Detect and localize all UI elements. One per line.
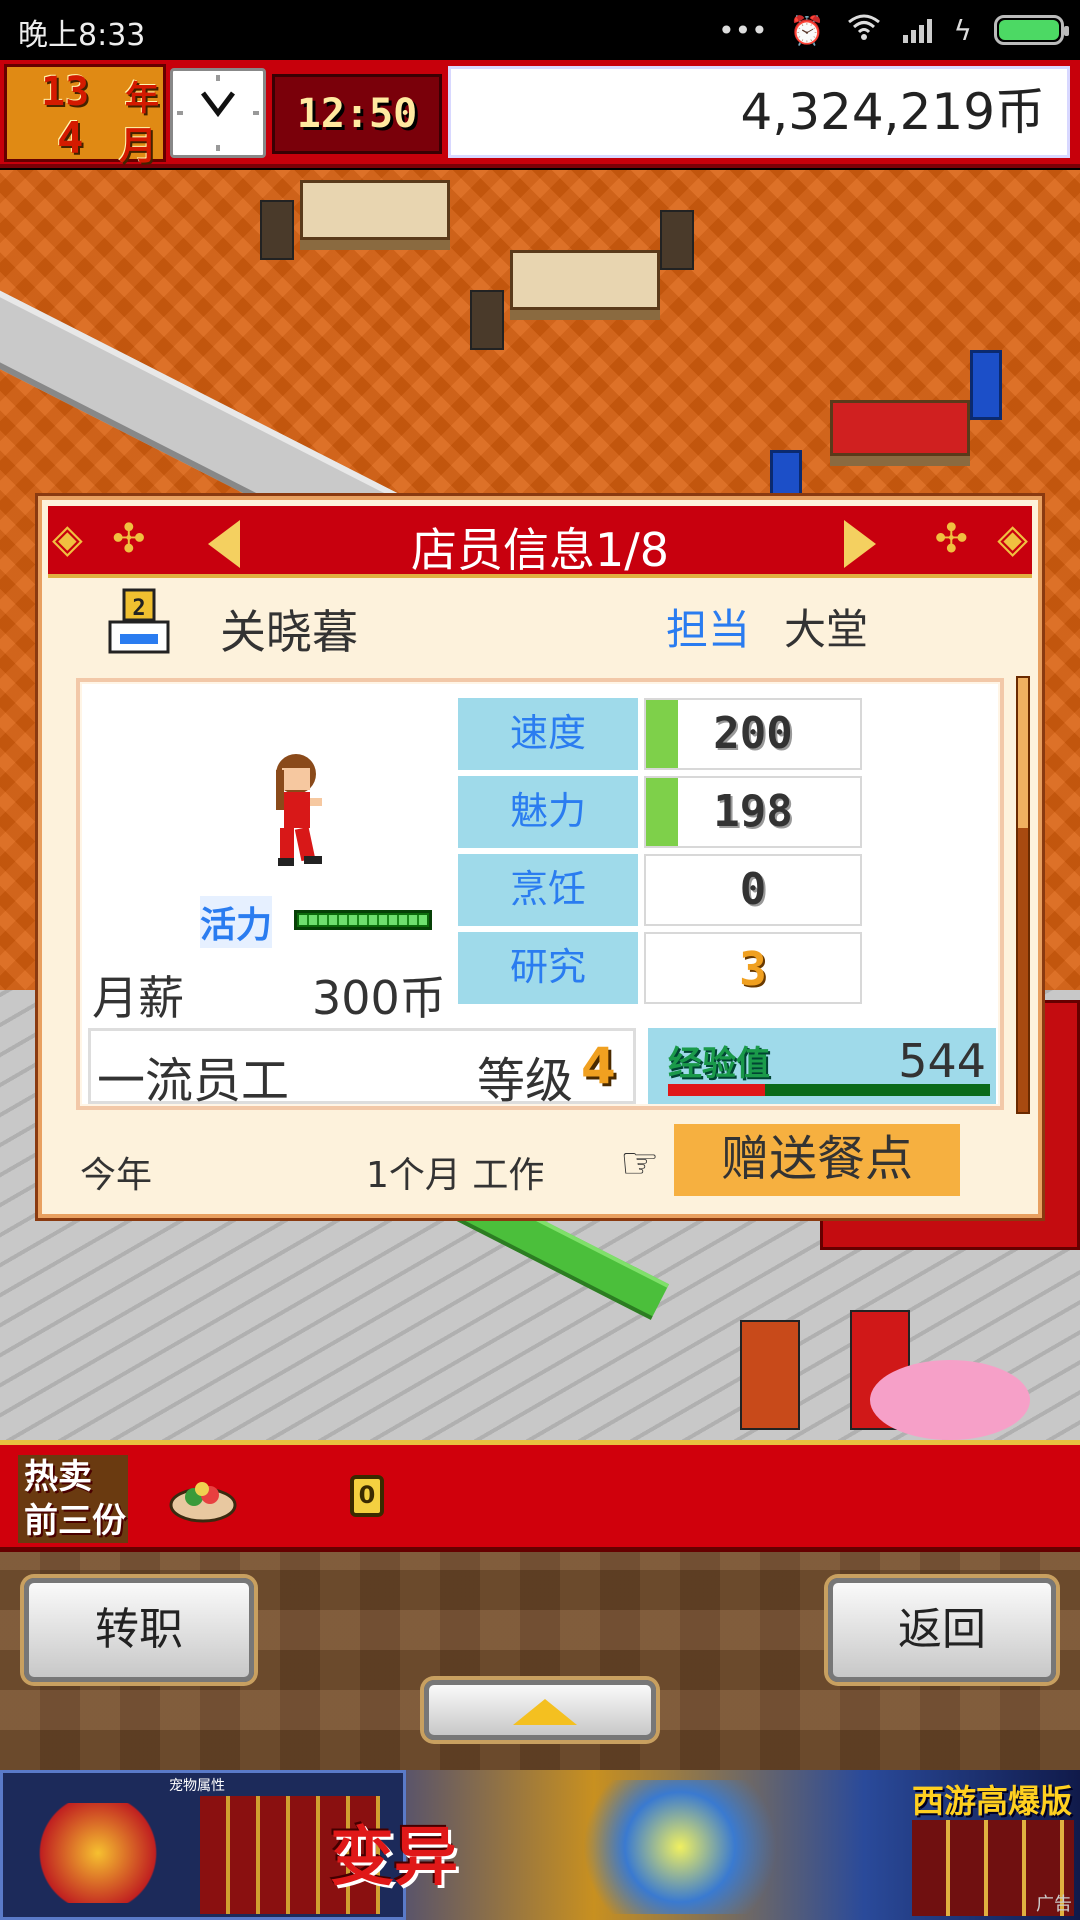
hot-sell-label-line1: 热卖 <box>24 1457 92 1497</box>
wifi-icon <box>847 13 881 48</box>
back-button[interactable]: 返回 <box>828 1578 1056 1682</box>
chair <box>970 350 1002 420</box>
year-value: 13 <box>41 69 90 115</box>
ad-tag: 广告 <box>1036 1894 1072 1915</box>
stat-value-box: 0 <box>644 854 862 926</box>
dining-table <box>300 180 450 240</box>
hot-sell-label-line2: 前三份 <box>24 1501 126 1541</box>
game-top-bar: 13 年 4 月 12:50 4,324,219币 <box>0 60 1080 168</box>
stat-value: 0 <box>739 864 767 915</box>
status-time: 晚上8:33 <box>18 18 146 53</box>
stat-row-charm: 魅力 198 <box>458 776 862 848</box>
rank-badge-number: 2 <box>132 596 145 621</box>
date-display: 13 年 4 月 <box>4 64 166 168</box>
level-value: 4 <box>581 1037 616 1095</box>
change-job-button[interactable]: 转职 <box>24 1578 254 1682</box>
stat-value-box: 198 <box>644 776 862 848</box>
panel-header: ◈ ✣ 店员信息1/8 ✣ ◈ <box>48 506 1032 578</box>
charging-icon: ϟ <box>953 13 972 47</box>
clock-icon <box>170 68 266 158</box>
salary-label: 月薪 <box>92 971 184 1025</box>
staff-info-panel: ◈ ✣ 店员信息1/8 ✣ ◈ 2 关晓暮 担当 大堂 活力 月薪 300币 速… <box>38 496 1042 1218</box>
rank-row: 一流员工 等级 4 经验值 544 <box>88 1028 996 1109</box>
footer-year: 今年 <box>80 1155 153 1196</box>
game-time: 12:50 <box>272 74 442 154</box>
stat-value: 198 <box>713 786 793 837</box>
ad-panel-title: 宠物属性 <box>169 1778 225 1794</box>
stat-value-box: 200 <box>644 698 862 770</box>
stat-label: 魅力 <box>458 776 638 848</box>
gift-meal-button[interactable]: 赠送餐点 <box>674 1124 960 1196</box>
ad-banner[interactable]: 宠物属性 变异 西游高爆版 广告 <box>0 1770 1080 1920</box>
count-badge: 0 <box>350 1475 384 1517</box>
customer-sprite <box>740 1320 800 1430</box>
dining-table <box>830 400 970 456</box>
more-icon: ••• <box>718 13 768 47</box>
stat-row-speed: 速度 200 <box>458 698 862 770</box>
stats-table: 速度 200 魅力 198 烹饪 0 研究 3 <box>458 698 862 1010</box>
month-unit: 月 <box>119 124 158 168</box>
stat-row-research: 研究 3 <box>458 932 862 1004</box>
arrow-up-icon <box>513 1699 577 1725</box>
game-screen: 晚上8:33 ••• ⏰ ϟ 13 年 4 月 12:50 4,324,219币 <box>0 0 1080 1920</box>
rank-badge-icon: 2 <box>106 588 172 658</box>
vitality-bar <box>294 910 432 930</box>
ad-character-image <box>560 1780 800 1914</box>
scrollbar-thumb[interactable] <box>1018 678 1028 828</box>
stat-label: 烹饪 <box>458 854 638 926</box>
role-value: 大堂 <box>784 605 869 654</box>
salary-value: 300币 <box>312 971 446 1025</box>
panel-scrollbar[interactable] <box>1016 676 1030 1114</box>
ad-game-title: 西游高爆版 <box>912 1782 1073 1820</box>
exp-label: 经验值 <box>668 1044 770 1084</box>
vitality-label: 活力 <box>200 896 273 948</box>
month-value: 4 <box>57 113 84 164</box>
status-bar: 晚上8:33 ••• ⏰ ϟ <box>0 0 1080 60</box>
ornament-icon: ◈ <box>997 516 1028 562</box>
exp-value: 544 <box>898 1034 986 1088</box>
chair <box>660 210 694 270</box>
rank-title: 一流员工 <box>97 1053 290 1109</box>
pointing-hand-icon: ☞ <box>620 1138 660 1189</box>
decoration <box>870 1360 1030 1440</box>
staff-portrait-icon <box>262 752 332 872</box>
staff-name: 关晓暮 <box>220 605 358 659</box>
signal-icon <box>902 17 932 43</box>
stat-row-cooking: 烹饪 0 <box>458 854 862 926</box>
ad-headline: 变异 <box>330 1821 458 1895</box>
money-display: 4,324,219币 <box>448 66 1070 158</box>
level-label: 等级 <box>477 1053 574 1109</box>
chair <box>260 200 294 260</box>
expand-up-button[interactable] <box>424 1680 656 1740</box>
exp-box: 经验值 544 <box>648 1028 996 1104</box>
rank-box: 一流员工 等级 4 <box>88 1028 636 1109</box>
dining-table <box>510 250 660 310</box>
year-unit: 年 <box>125 79 159 119</box>
hot-sell-label: 热卖 前三份 <box>18 1455 128 1543</box>
stat-label: 速度 <box>458 698 638 770</box>
stat-value-box: 3 <box>644 932 862 1004</box>
alarm-icon: ⏰ <box>789 13 825 47</box>
panel-title: 店员信息1/8 <box>410 523 670 577</box>
next-staff-arrow-icon[interactable] <box>844 520 876 568</box>
role-label[interactable]: 担当 <box>666 596 750 657</box>
stat-value: 3 <box>739 942 767 996</box>
status-icons: ••• ⏰ ϟ <box>718 10 1069 50</box>
hot-sell-bar: 热卖 前三份 0 <box>0 1440 1080 1552</box>
footer-work: 1个月 工作 <box>366 1155 545 1196</box>
dish-icon <box>168 1467 238 1527</box>
ornament-icon: ✣ <box>934 516 968 562</box>
battery-icon <box>994 15 1069 45</box>
pet-image <box>33 1803 163 1903</box>
exp-bar <box>668 1084 990 1096</box>
staff-details: 活力 月薪 300币 速度 200 魅力 198 烹饪 0 研究 3 一流员工 … <box>76 678 1004 1110</box>
bottom-controls: 转职 返回 <box>0 1552 1080 1770</box>
stat-label: 研究 <box>458 932 638 1004</box>
stat-value: 200 <box>713 708 793 759</box>
chair <box>470 290 504 350</box>
